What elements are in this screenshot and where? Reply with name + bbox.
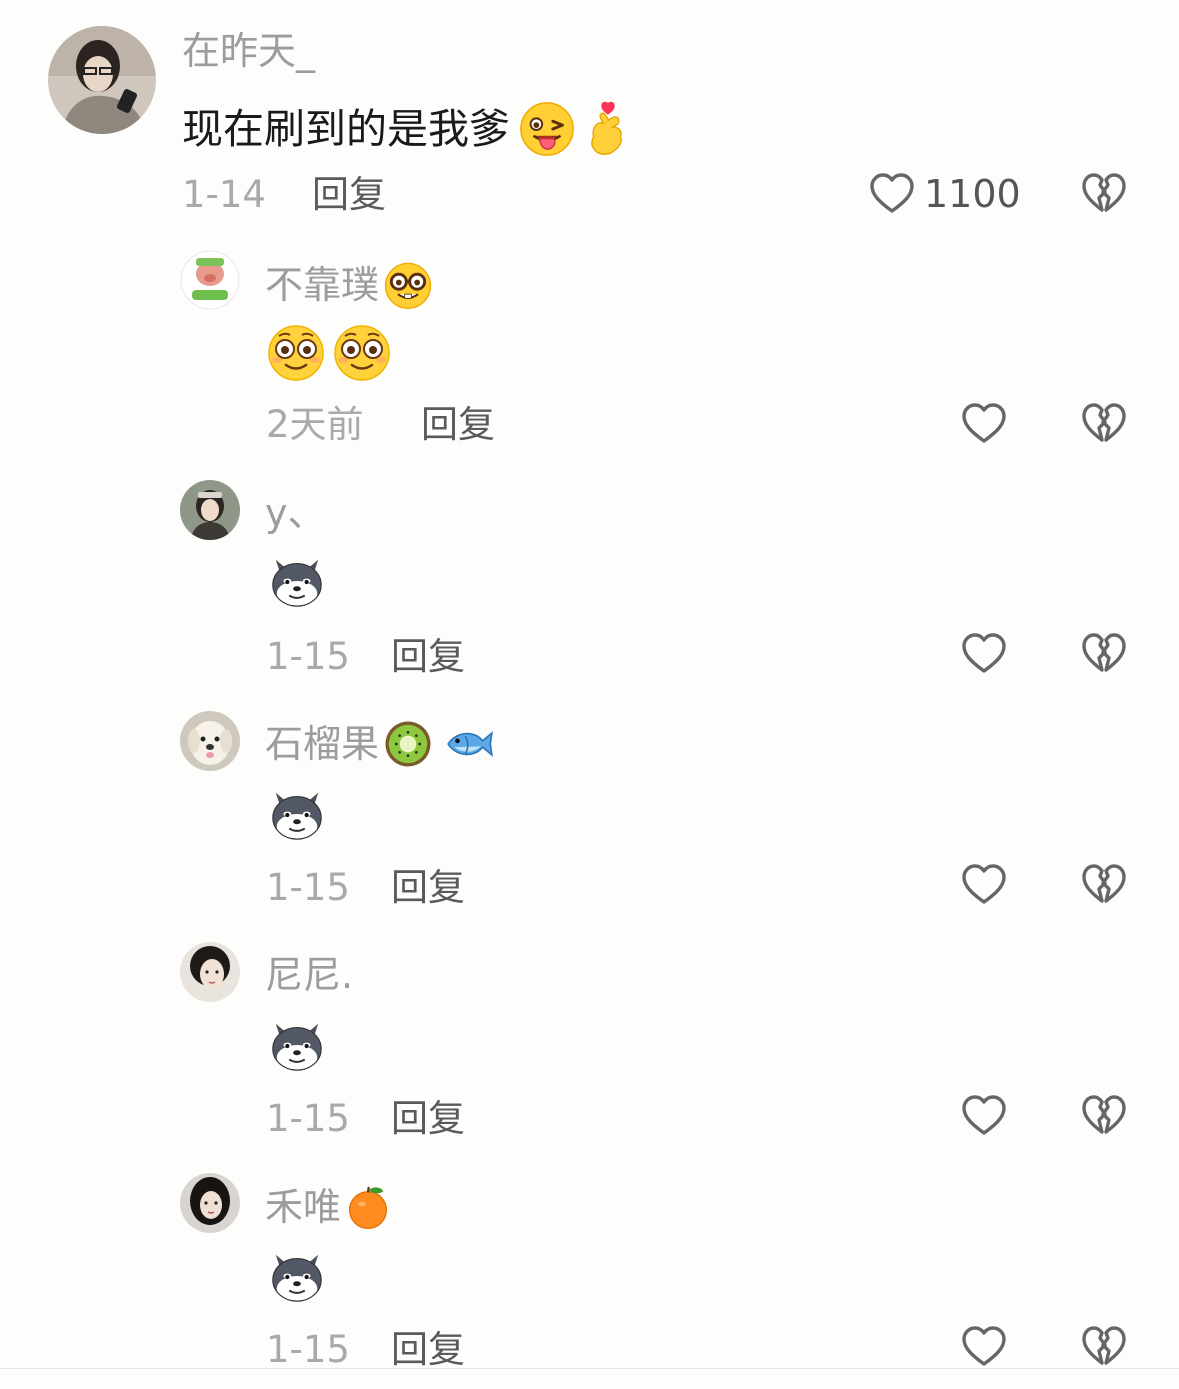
reply-username[interactable]: y、 xyxy=(265,494,326,532)
like-button[interactable] xyxy=(960,630,1008,678)
username-text[interactable]: 尼尼. xyxy=(265,956,353,994)
shiba-dog-emoji xyxy=(268,785,326,843)
reply-item: 禾唯 1-15 回复 xyxy=(0,1155,1179,1369)
comment-text: 现在刷到的是我爹 xyxy=(182,98,632,160)
dislike-button[interactable] xyxy=(1080,400,1128,452)
like-button[interactable] xyxy=(960,1323,1008,1371)
reply-time: 1-15 xyxy=(266,1328,350,1371)
like-button[interactable] xyxy=(960,1092,1008,1140)
reply-time: 2天前 xyxy=(266,403,364,446)
kiwi-emoji xyxy=(383,719,433,769)
dislike-button[interactable] xyxy=(1080,861,1128,913)
shiba-dog-emoji xyxy=(268,552,326,610)
flushed-smile-emoji xyxy=(332,322,392,382)
heart-icon xyxy=(960,630,1008,678)
shiba-dog-emoji xyxy=(268,1247,326,1305)
avatar[interactable] xyxy=(180,480,240,540)
like-button[interactable]: 1100 xyxy=(868,170,1021,218)
reply-time: 1-15 xyxy=(266,635,350,678)
heart-icon xyxy=(960,861,1008,909)
reply-username[interactable]: 禾唯 xyxy=(265,1183,391,1231)
reply-content xyxy=(268,1016,326,1074)
comment-username[interactable]: 在昨天_ xyxy=(182,32,315,70)
reply-username[interactable]: 尼尼. xyxy=(265,956,353,994)
username-text[interactable]: y、 xyxy=(265,494,326,532)
reply-button[interactable]: 回复 xyxy=(391,1100,465,1137)
reply-item: 尼尼. 1-15 回复 xyxy=(0,924,1179,1154)
reply-username[interactable]: 石榴果 xyxy=(265,719,495,769)
reply-content xyxy=(268,785,326,843)
broken-heart-icon xyxy=(1080,1323,1128,1371)
reply-button[interactable]: 回复 xyxy=(391,1331,465,1368)
avatar[interactable] xyxy=(180,942,240,1002)
nerd-face-emoji xyxy=(383,260,433,310)
bottom-divider xyxy=(0,1368,1179,1369)
reply-content xyxy=(266,322,392,382)
comment-text-body: 现在刷到的是我爹 xyxy=(182,104,510,153)
like-count: 1100 xyxy=(924,172,1021,216)
broken-heart-icon xyxy=(1080,170,1128,218)
dislike-button[interactable] xyxy=(1080,630,1128,682)
heart-icon xyxy=(960,1092,1008,1140)
like-button[interactable] xyxy=(960,861,1008,909)
broken-heart-icon xyxy=(1080,400,1128,448)
comment-time: 1-14 xyxy=(182,173,266,216)
dislike-button[interactable] xyxy=(1080,1092,1128,1144)
shiba-dog-emoji xyxy=(268,1016,326,1074)
reply-button[interactable]: 回复 xyxy=(421,406,495,443)
username-text[interactable]: 不靠璞 xyxy=(265,266,379,304)
reply-item: 不靠璞 2天前 回复 xyxy=(0,232,1179,462)
reply-button[interactable]: 回复 xyxy=(312,176,386,213)
reply-item: y、 1-15 回复 xyxy=(0,462,1179,692)
avatar[interactable] xyxy=(180,250,240,310)
fish-emoji xyxy=(445,724,495,764)
like-button[interactable] xyxy=(960,400,1008,448)
flushed-smile-emoji xyxy=(266,322,326,382)
username-text[interactable]: 禾唯 xyxy=(265,1188,341,1226)
username-text[interactable]: 石榴果 xyxy=(265,725,379,763)
orange-emoji xyxy=(345,1183,391,1231)
username-text[interactable]: 在昨天_ xyxy=(182,32,315,70)
broken-heart-icon xyxy=(1080,861,1128,909)
avatar[interactable] xyxy=(48,26,156,134)
winking-tongue-emoji xyxy=(516,100,578,158)
broken-heart-icon xyxy=(1080,1092,1128,1140)
avatar[interactable] xyxy=(180,711,240,771)
reply-content xyxy=(268,552,326,610)
reply-username[interactable]: 不靠璞 xyxy=(265,260,433,310)
top-comment: 在昨天_ 现在刷到的是我爹 1-14 回复 1100 xyxy=(0,0,1179,240)
reply-time: 1-15 xyxy=(266,1097,350,1140)
heart-icon xyxy=(960,400,1008,448)
dislike-button[interactable] xyxy=(1080,170,1128,222)
reply-button[interactable]: 回复 xyxy=(391,869,465,906)
reply-button[interactable]: 回复 xyxy=(391,638,465,675)
reply-item: 石榴果 1-15 回复 xyxy=(0,693,1179,923)
heart-icon xyxy=(868,170,916,218)
reply-content xyxy=(268,1247,326,1305)
broken-heart-icon xyxy=(1080,630,1128,678)
reply-time: 1-15 xyxy=(266,866,350,909)
heart-icon xyxy=(960,1323,1008,1371)
finger-heart-emoji xyxy=(584,98,632,160)
avatar[interactable] xyxy=(180,1173,240,1233)
